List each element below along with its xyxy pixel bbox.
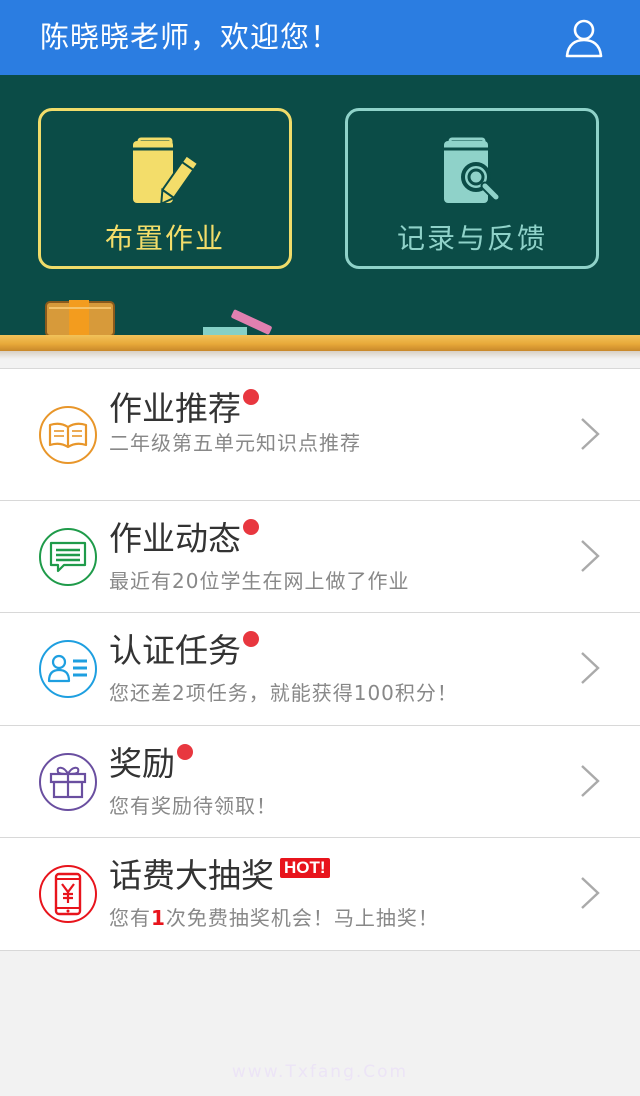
hot-badge: HOT! [280, 858, 330, 878]
watermark: www.Txfang.Com [231, 1062, 409, 1082]
records-feedback-label: 记录与反馈 [396, 222, 547, 255]
item-title: 话费大抽奖 HOT! [109, 856, 330, 896]
list-item-phone-credit-lottery[interactable]: 话费大抽奖 HOT! 您有1次免费抽奖机会！马上抽奖！ [0, 838, 640, 951]
chalk-decoration-icon [203, 309, 272, 337]
list-item-homework-activity[interactable]: 作业动态 最近有20位学生在网上做了作业 [0, 501, 640, 613]
ledge-shadow [0, 351, 640, 359]
notification-dot [177, 744, 193, 760]
open-book-icon [39, 406, 97, 464]
list-item-certification-tasks[interactable]: 认证任务 您还差2项任务，就能获得100积分！ [0, 613, 640, 726]
item-subtitle: 您有奖励待领取！ [109, 794, 277, 818]
chevron-right-icon [581, 765, 600, 797]
gift-icon [39, 753, 97, 811]
records-feedback-button[interactable]: 记录与反馈 [345, 108, 599, 269]
top-bar: 陈晓晓老师，欢迎您！ [0, 0, 640, 75]
id-card-icon [39, 640, 97, 698]
notification-dot [243, 389, 259, 405]
book-pencil-icon [133, 137, 200, 206]
chevron-right-icon [581, 877, 600, 909]
user-icon[interactable] [562, 16, 606, 60]
item-subtitle: 二年级第五单元知识点推荐 [109, 431, 361, 455]
list-item-rewards[interactable]: 奖励 您有奖励待领取！ [0, 726, 640, 838]
books-decoration-icon [45, 300, 115, 338]
greeting-title: 陈晓晓老师，欢迎您！ [40, 20, 341, 54]
book-search-icon [444, 137, 501, 203]
notification-dot [243, 519, 259, 535]
assign-homework-label: 布置作业 [104, 222, 225, 255]
chevron-right-icon [581, 540, 600, 572]
phone-yen-icon [39, 865, 97, 923]
feature-list: 作业推荐 二年级第五单元知识点推荐 作业动态 最近有20位学生在网上做了作业 认… [0, 368, 640, 951]
item-subtitle: 您还差2项任务，就能获得100积分！ [109, 681, 458, 705]
chalkboard: 布置作业 记录与反馈 [0, 75, 640, 338]
notification-dot [243, 631, 259, 647]
chevron-right-icon [581, 418, 600, 450]
item-title: 作业动态 [109, 519, 259, 559]
item-title: 奖励 [109, 744, 193, 784]
item-subtitle: 最近有20位学生在网上做了作业 [109, 569, 410, 593]
item-subtitle: 您有1次免费抽奖机会！马上抽奖！ [109, 906, 439, 930]
chalk-ledge [0, 335, 640, 351]
chevron-right-icon [581, 652, 600, 684]
item-title: 认证任务 [109, 631, 259, 671]
assign-homework-button[interactable]: 布置作业 [38, 108, 292, 269]
list-item-homework-recommend[interactable]: 作业推荐 二年级第五单元知识点推荐 [0, 368, 640, 501]
free-draw-count: 1 [151, 906, 166, 930]
message-icon [39, 528, 97, 586]
item-title: 作业推荐 [109, 389, 259, 429]
